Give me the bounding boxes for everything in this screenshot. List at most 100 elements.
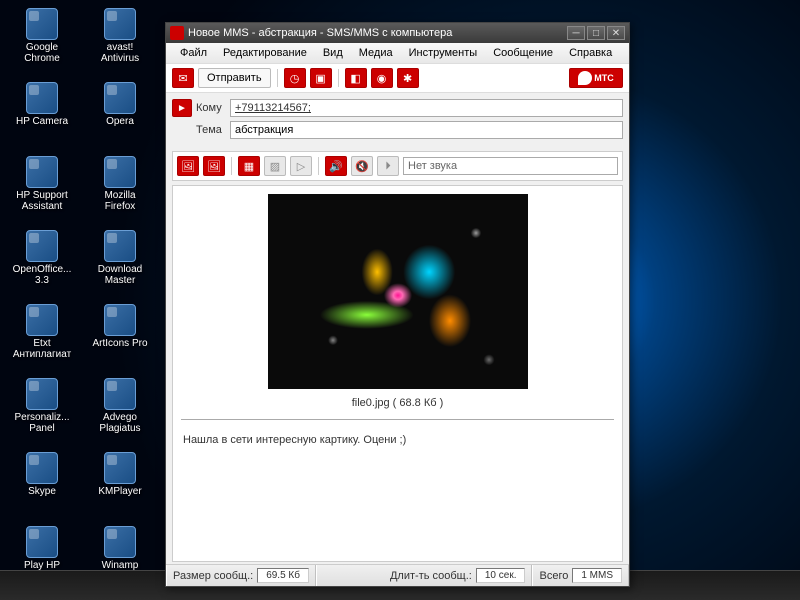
app-icon bbox=[26, 378, 58, 410]
desktop-icon[interactable]: Opera bbox=[90, 82, 150, 127]
content-area: file0.jpg ( 68.8 Кб ) Нашла в сети интер… bbox=[172, 185, 623, 562]
carrier-badge: МТС bbox=[569, 68, 623, 88]
app-icon bbox=[104, 304, 136, 336]
attach-icon[interactable]: ◧ bbox=[345, 68, 367, 88]
send-icon[interactable]: ✉ bbox=[172, 68, 194, 88]
app-icon bbox=[26, 230, 58, 262]
icon-label: ArtIcons Pro bbox=[90, 338, 150, 349]
media-toolbar: 🖼 🖼 ▦ ▨ ▷ 🔊 🔇 ⏵ Нет звука bbox=[172, 151, 623, 181]
titlebar[interactable]: Новое MMS - абстракция - SMS/MMS с компь… bbox=[166, 23, 629, 43]
menubar: Файл Редактирование Вид Медиа Инструмент… bbox=[166, 43, 629, 63]
main-toolbar: ✉ Отправить ◷ ▣ ◧ ◉ ✱ МТС bbox=[166, 63, 629, 93]
divider bbox=[181, 419, 614, 420]
audio-field[interactable]: Нет звука bbox=[403, 157, 618, 175]
slide-play-icon[interactable]: ▷ bbox=[290, 156, 312, 176]
icon-label: Mozilla Firefox bbox=[90, 190, 150, 212]
icon-label: Skype bbox=[12, 486, 72, 497]
desktop-icon[interactable]: HP Support Assistant bbox=[12, 156, 72, 212]
slide-delete-icon[interactable]: ▨ bbox=[264, 156, 286, 176]
send-button[interactable]: Отправить bbox=[198, 68, 271, 88]
app-icon bbox=[104, 156, 136, 188]
desktop-icon[interactable]: Etxt Антиплагиат bbox=[12, 304, 72, 360]
desktop-icon[interactable]: KMPlayer bbox=[90, 452, 150, 497]
subject-label: Тема bbox=[196, 124, 230, 136]
bookmark-icon[interactable]: ▣ bbox=[310, 68, 332, 88]
icon-label: HP Support Assistant bbox=[12, 190, 72, 212]
to-input[interactable] bbox=[230, 99, 623, 117]
duration-value: 10 сек. bbox=[476, 568, 526, 583]
carrier-label: МТС bbox=[594, 73, 614, 83]
contacts-icon[interactable]: ◉ bbox=[371, 68, 393, 88]
message-text[interactable]: Нашла в сети интересную картику. Оцени ;… bbox=[181, 430, 614, 450]
app-icon bbox=[26, 156, 58, 188]
app-icon bbox=[26, 8, 58, 40]
add-image-icon[interactable]: 🖼 bbox=[177, 156, 199, 176]
desktop-icon[interactable]: Personaliz... Panel bbox=[12, 378, 72, 434]
icon-label: avast! Antivirus bbox=[90, 42, 150, 64]
desktop-icon[interactable]: OpenOffice... 3.3 bbox=[12, 230, 72, 286]
desktop-icon[interactable]: Advego Plagiatus bbox=[90, 378, 150, 434]
icon-label: Etxt Антиплагиат bbox=[12, 338, 72, 360]
settings-icon[interactable]: ✱ bbox=[397, 68, 419, 88]
desktop-icon[interactable]: Skype bbox=[12, 452, 72, 497]
app-icon bbox=[104, 378, 136, 410]
menu-edit[interactable]: Редактирование bbox=[215, 45, 315, 61]
app-icon bbox=[104, 526, 136, 558]
icon-label: Google Chrome bbox=[12, 42, 72, 64]
desktop-icon[interactable]: Mozilla Firefox bbox=[90, 156, 150, 212]
app-icon bbox=[104, 82, 136, 114]
add-image2-icon[interactable]: 🖼 bbox=[203, 156, 225, 176]
icon-label: OpenOffice... 3.3 bbox=[12, 264, 72, 286]
icon-label: KMPlayer bbox=[90, 486, 150, 497]
add-audio-icon[interactable]: 🔊 bbox=[325, 156, 347, 176]
close-button[interactable]: ✕ bbox=[607, 26, 625, 40]
desktop-icon[interactable]: Google Chrome bbox=[12, 8, 72, 64]
audio-play-icon[interactable]: ⏵ bbox=[377, 156, 399, 176]
separator bbox=[338, 69, 339, 87]
header-fields: ► Кому Тема bbox=[166, 93, 629, 149]
menu-tools[interactable]: Инструменты bbox=[401, 45, 486, 61]
app-icon bbox=[26, 452, 58, 484]
separator bbox=[318, 157, 319, 175]
minimize-button[interactable]: ─ bbox=[567, 26, 585, 40]
desktop-icon[interactable]: Download Master bbox=[90, 230, 150, 286]
app-icon bbox=[104, 8, 136, 40]
size-label: Размер сообщ.: bbox=[173, 570, 253, 582]
icon-label: HP Camera bbox=[12, 116, 72, 127]
icon-label: Download Master bbox=[90, 264, 150, 286]
menu-media[interactable]: Медиа bbox=[351, 45, 401, 61]
menu-file[interactable]: Файл bbox=[172, 45, 215, 61]
slide-icon[interactable]: ▦ bbox=[238, 156, 260, 176]
icon-label: Opera bbox=[90, 116, 150, 127]
statusbar: Размер сообщ.: 69.5 Кб Длит-ть сообщ.: 10 … bbox=[166, 564, 629, 586]
recipient-icon[interactable]: ► bbox=[172, 99, 192, 117]
image-filename: file0.jpg ( 68.8 Кб ) bbox=[352, 397, 444, 409]
subject-input[interactable] bbox=[230, 121, 623, 139]
egg-icon bbox=[578, 71, 592, 85]
mms-composer-window: Новое MMS - абстракция - SMS/MMS с компь… bbox=[165, 22, 630, 587]
to-label: Кому bbox=[196, 102, 230, 114]
menu-message[interactable]: Сообщение bbox=[485, 45, 561, 61]
app-icon bbox=[26, 526, 58, 558]
app-icon bbox=[170, 26, 184, 40]
menu-view[interactable]: Вид bbox=[315, 45, 351, 61]
audio-mute-icon[interactable]: 🔇 bbox=[351, 156, 373, 176]
separator bbox=[277, 69, 278, 87]
desktop-icon[interactable]: HP Camera bbox=[12, 82, 72, 127]
total-label: Всего bbox=[539, 570, 568, 582]
separator bbox=[231, 157, 232, 175]
duration-label: Длит-ть сообщ.: bbox=[390, 570, 472, 582]
desktop-icon[interactable]: Winamp bbox=[90, 526, 150, 571]
menu-help[interactable]: Справка bbox=[561, 45, 620, 61]
clock-icon[interactable]: ◷ bbox=[284, 68, 306, 88]
image-preview[interactable] bbox=[268, 194, 528, 389]
total-value: 1 MMS bbox=[572, 568, 622, 583]
size-value: 69.5 Кб bbox=[257, 568, 309, 583]
window-title: Новое MMS - абстракция - SMS/MMS с компь… bbox=[188, 27, 452, 39]
maximize-button[interactable]: □ bbox=[587, 26, 605, 40]
desktop-icon[interactable]: ArtIcons Pro bbox=[90, 304, 150, 349]
icon-label: Personaliz... Panel bbox=[12, 412, 72, 434]
app-icon bbox=[104, 452, 136, 484]
desktop-icon[interactable]: avast! Antivirus bbox=[90, 8, 150, 64]
app-icon bbox=[26, 304, 58, 336]
